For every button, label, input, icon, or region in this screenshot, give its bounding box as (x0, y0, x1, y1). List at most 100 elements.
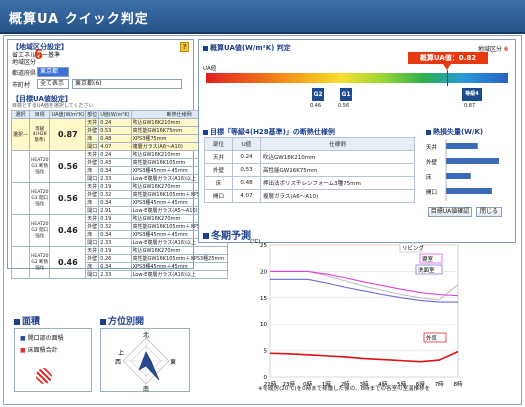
table-row[interactable]: 選択— 等級4(H28基準) 0.87 天井 0.24 吹込GW18K210mm (10, 118, 228, 151)
select-cell[interactable]: 選択— (10, 118, 31, 151)
cell-part: 床 (85, 166, 100, 175)
loss-heading-text: 熱損失量(W/K) (433, 128, 484, 136)
cell-part: 床 (85, 134, 100, 143)
city-label: 市町村 (12, 82, 31, 89)
compass-west: 西 (115, 359, 121, 366)
y-tick: 25 (260, 243, 267, 249)
spec-spec: 押出法ポリスチレンフォーム3種75mm (260, 176, 415, 190)
loss-bar (446, 158, 499, 164)
spec-heading: 目標「等級4(H28基準)」の断熱仕様例 (203, 127, 335, 137)
pref-label: 都道府県 (12, 70, 37, 77)
spec-u: 0.53 (232, 163, 261, 177)
x-tick: 7時 (435, 380, 444, 388)
area-item-floor: ■ 床面積合計 (20, 347, 58, 354)
ua-gradient-bar (206, 73, 508, 83)
cell-u: 0.34 (98, 198, 132, 207)
cell-part: 天井 (85, 214, 100, 223)
legend-label: 洗面室 (418, 266, 435, 274)
ua-cell: 0.56 (49, 182, 87, 215)
y-tick: 10 (260, 322, 267, 328)
winter-chart: (℃)252015105022時 23時 0時 1時 2時 3時 4時 5時 6時 7時 8時リビン… (250, 238, 463, 388)
cell-u: 0.53 (98, 126, 132, 135)
ua-callout: 概算UA値：0.82 (408, 52, 488, 64)
target-ua-button[interactable]: 目標UA値確認 (428, 207, 472, 217)
cell-u: 4.07 (98, 142, 132, 151)
cell-part: 外壁 (85, 158, 100, 167)
select-cell[interactable] (10, 246, 31, 279)
city-select[interactable]: 東京都(6) (72, 79, 182, 89)
y-tick: 15 (260, 296, 267, 302)
select-cell[interactable] (10, 150, 31, 183)
area-pie (36, 368, 52, 384)
table-row[interactable]: HEAT20 G2 開口強化 0.46 天井 0.19 吹込GW18K270mm (10, 214, 228, 247)
table-row[interactable]: HEAT20 G2 断熱強化 0.46 天井 0.19 吹込GW18K270mm (10, 246, 228, 279)
legend-label: リビング (402, 244, 425, 252)
cell-part: 天井 (85, 182, 100, 191)
compass-chart: 北 東 南 西 上 (115, 331, 176, 392)
g2-marker: G2 (312, 88, 324, 101)
cell-part: 天井 (85, 246, 100, 255)
city-filter-select[interactable]: 全て表示 (37, 79, 69, 89)
col-u: U値(W/m²K) (98, 110, 132, 119)
col-ua: UA値(W/m²K) (49, 110, 87, 119)
area-item-opening: ■ 開口部の面積 (20, 335, 64, 342)
ua-indicator-line (447, 70, 448, 86)
cell-spec: XPS3種45mm＋45mm (130, 262, 228, 271)
spec-row: 床 0.48 押出法ポリスチレンフォーム3種75mm (204, 176, 415, 190)
spec-spec: 吹込GW18K210mm (260, 150, 415, 164)
spec-part: 開口 (204, 189, 233, 203)
cell-part: 外壁 (85, 190, 100, 199)
loss-bar (446, 143, 478, 149)
pref-select[interactable]: 東京都 (37, 67, 69, 77)
area-title-text: 面積 (22, 317, 41, 327)
cell-u: 0.19 (98, 182, 132, 191)
spec-part: 床 (204, 176, 233, 190)
y-unit: (℃) (250, 238, 260, 245)
loss-chart: 天井外壁床開口 (426, 139, 499, 201)
table-row[interactable]: HEAT20 G1 断熱強化 0.56 天井 0.24 吹込GW18K210mm (10, 150, 228, 183)
target-cell: 等級4(H28基準) (29, 118, 51, 151)
spec-table: 部位 U値 仕様例 天井 0.24 吹込GW18K210mm 外壁 0.53 高性能GW1… (204, 137, 415, 203)
cell-u: 0.19 (98, 214, 132, 223)
legend-label: 寝室 (422, 255, 434, 263)
help-icon[interactable]: ? (180, 42, 189, 52)
select-cell[interactable] (10, 214, 31, 247)
cell-u: 0.34 (98, 230, 132, 239)
cell-u: 0.24 (98, 118, 132, 127)
cell-spec: Low-E複層ガラス(A16)以上 (130, 270, 228, 279)
target-cell: HEAT20 G1 開口強化 (29, 182, 51, 215)
spec-col-spec: 仕様例 (260, 137, 415, 151)
cell-part: 開口 (85, 142, 100, 151)
cell-u: 2.33 (98, 174, 132, 183)
cell-u: 0.19 (98, 246, 132, 255)
grade4-value: 0.87 (464, 103, 476, 109)
col-select: 選択 (10, 110, 31, 119)
cell-spec: 高性能GW16K105mm＋XPS3種25mm (130, 254, 228, 263)
ua-cell: 0.46 (49, 214, 87, 247)
loss-bar (446, 188, 492, 194)
dir-title-text: 方位別開 (108, 317, 145, 327)
cell-u: 2.33 (98, 270, 132, 279)
target-cell: HEAT20 G1 断熱強化 (29, 150, 51, 183)
cell-part: 開口 (85, 174, 100, 183)
dir-title: 方位別開 (100, 314, 144, 327)
target-table: 選択 目標 UA値(W/m²K) 部位 U値(W/m²K) 断熱仕様例 選択— 等… (10, 110, 228, 279)
col-target: 目標 (29, 110, 51, 119)
cell-u: 2.91 (98, 206, 132, 215)
close-button[interactable]: 閉じる (476, 207, 502, 217)
y-tick: 20 (260, 269, 267, 275)
table-row[interactable]: HEAT20 G1 開口強化 0.56 天井 0.19 吹込GW18K270mm (10, 182, 228, 215)
spec-spec: 複層ガラス(A6〜A10) (260, 189, 415, 203)
y-tick: 5 (264, 349, 268, 355)
target-cell: HEAT20 G2 開口強化 (29, 214, 51, 247)
winter-title-text: 冬期予測 (211, 231, 251, 242)
x-tick: 8時 (454, 380, 463, 388)
target-cell: HEAT20 G2 断熱強化 (29, 246, 51, 279)
spec-row: 開口 4.07 複層ガラス(A6〜A10) (204, 189, 415, 203)
spec-u: 4.07 (232, 189, 261, 203)
cell-part: 床 (85, 198, 100, 207)
select-cell[interactable] (10, 182, 31, 215)
compass-south: 南 (143, 385, 149, 392)
cell-part: 床 (85, 230, 100, 239)
loss-label: 天井 (426, 143, 438, 151)
